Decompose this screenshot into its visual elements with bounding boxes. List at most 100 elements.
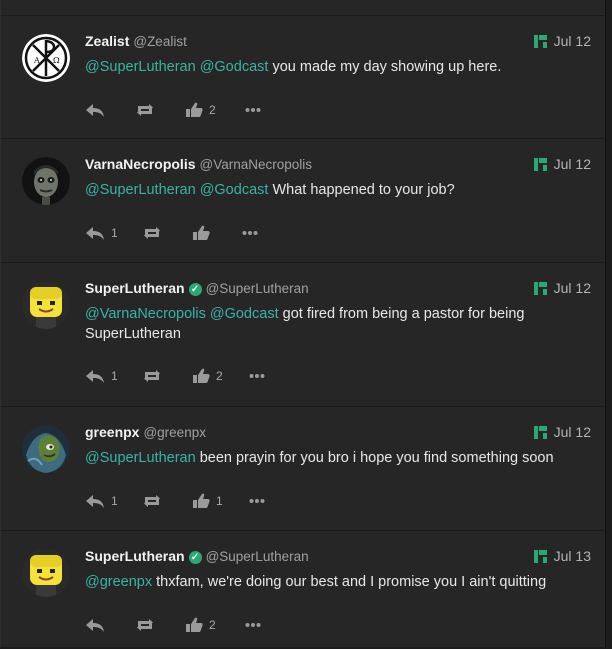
avatar[interactable]: A Ω xyxy=(22,34,70,82)
repeat-button[interactable] xyxy=(142,369,192,383)
pleroma-icon xyxy=(533,549,547,563)
post-date[interactable]: Jul 13 xyxy=(533,548,591,564)
ellipsis-icon xyxy=(245,623,261,627)
post-date[interactable]: Jul 12 xyxy=(533,33,591,49)
mention-link[interactable]: @Godcast xyxy=(210,306,279,322)
reply-icon xyxy=(86,619,104,632)
ellipsis-icon xyxy=(245,108,261,112)
verified-badge-icon: ✓ xyxy=(188,551,202,564)
ellipsis-icon xyxy=(249,499,265,503)
mention-link[interactable]: @Godcast xyxy=(200,59,269,75)
post-text: thxfam, we're doing our best and I promi… xyxy=(156,574,547,590)
post-content: @greenpx thxfam, we're doing our best an… xyxy=(85,572,575,592)
reply-button[interactable] xyxy=(85,102,135,118)
thumbs-up-icon xyxy=(186,617,203,632)
reply-button[interactable] xyxy=(85,617,135,633)
display-name[interactable]: SuperLutheran xyxy=(85,548,185,564)
mention-link[interactable]: @SuperLutheran xyxy=(85,182,196,198)
avatar[interactable] xyxy=(22,157,70,205)
thumbs-up-icon xyxy=(193,368,210,383)
pleroma-icon xyxy=(533,281,547,295)
post-date-text: Jul 12 xyxy=(553,156,591,172)
favorite-count: 2 xyxy=(216,369,223,383)
more-button[interactable] xyxy=(245,107,261,113)
pleroma-icon xyxy=(533,34,547,48)
favorite-count: 1 xyxy=(216,494,223,508)
repeat-button[interactable] xyxy=(135,103,185,117)
mention-link[interactable]: @SuperLutheran xyxy=(85,59,196,75)
post-date[interactable]: Jul 12 xyxy=(533,424,591,440)
favorite-count: 2 xyxy=(209,103,216,117)
svg-text:A: A xyxy=(33,56,40,65)
favorite-count: 2 xyxy=(209,618,216,632)
more-button[interactable] xyxy=(245,622,261,628)
mention-link[interactable]: @Godcast xyxy=(200,182,269,198)
post-date-text: Jul 12 xyxy=(553,33,591,49)
verified-badge-icon: ✓ xyxy=(188,283,202,296)
reply-button[interactable]: 1 xyxy=(85,225,142,241)
user-handle[interactable]: @greenpx xyxy=(143,425,206,440)
user-handle[interactable]: @VarnaNecropolis xyxy=(200,157,313,172)
reply-icon xyxy=(86,495,104,508)
favorite-button[interactable]: 1 xyxy=(192,493,249,509)
thread-top-edge xyxy=(1,0,605,16)
display-name[interactable]: greenpx xyxy=(85,424,139,440)
reply-count: 1 xyxy=(111,369,118,383)
svg-text:Ω: Ω xyxy=(53,56,60,65)
post-date-text: Jul 12 xyxy=(553,424,591,440)
repeat-icon xyxy=(137,104,153,116)
post-content: @SuperLutheran @Godcast you made my day … xyxy=(85,57,575,77)
post-content: @SuperLutheran been prayin for you bro i… xyxy=(85,448,575,468)
mention-link[interactable]: @SuperLutheran xyxy=(85,450,196,466)
post-date-text: Jul 12 xyxy=(553,280,591,296)
pleroma-icon xyxy=(533,425,547,439)
repeat-button[interactable] xyxy=(142,226,192,240)
avatar[interactable] xyxy=(22,425,70,473)
display-name[interactable]: Zealist xyxy=(85,33,129,49)
thread: A Ω Zealist @Zealist Jul 12 @SuperLuthera… xyxy=(0,0,606,647)
post-content: @SuperLutheran @Godcast What happened to… xyxy=(85,180,575,200)
repeat-button[interactable] xyxy=(135,618,185,632)
thumbs-up-icon xyxy=(193,225,210,240)
post-text: you made my day showing up here. xyxy=(272,59,502,75)
repeat-icon xyxy=(144,495,160,507)
more-button[interactable] xyxy=(249,373,265,379)
reply-button[interactable]: 1 xyxy=(85,368,142,384)
user-handle[interactable]: @Zealist xyxy=(133,34,186,49)
favorite-button[interactable]: 2 xyxy=(185,102,245,118)
favorite-button[interactable]: 2 xyxy=(192,368,249,384)
post: VarnaNecropolis @VarnaNecropolis Jul 12 @… xyxy=(1,139,605,263)
reply-icon xyxy=(86,370,104,383)
reply-button[interactable]: 1 xyxy=(85,493,142,509)
more-button[interactable] xyxy=(249,498,265,504)
more-button[interactable] xyxy=(242,230,258,236)
mention-link[interactable]: @VarnaNecropolis xyxy=(85,306,206,322)
reply-count: 1 xyxy=(111,226,118,240)
post: A Ω Zealist @Zealist Jul 12 @SuperLuthera… xyxy=(1,16,605,139)
display-name[interactable]: VarnaNecropolis xyxy=(85,156,196,172)
display-name[interactable]: SuperLutheran xyxy=(85,280,185,296)
repeat-button[interactable] xyxy=(142,494,192,508)
thumbs-up-icon xyxy=(186,102,203,117)
mention-link[interactable]: @greenpx xyxy=(85,574,152,590)
favorite-button[interactable] xyxy=(192,225,242,241)
ellipsis-icon xyxy=(249,374,265,378)
post-text: What happened to your job? xyxy=(272,182,455,198)
avatar[interactable] xyxy=(22,281,70,329)
repeat-icon xyxy=(137,619,153,631)
post-date[interactable]: Jul 12 xyxy=(533,280,591,296)
user-handle[interactable]: @SuperLutheran xyxy=(206,549,309,564)
avatar[interactable] xyxy=(22,549,70,597)
favorite-button[interactable]: 2 xyxy=(185,617,245,633)
pleroma-icon xyxy=(533,157,547,171)
reply-icon xyxy=(86,227,104,240)
user-handle[interactable]: @SuperLutheran xyxy=(206,281,309,296)
ellipsis-icon xyxy=(242,231,258,235)
post-date[interactable]: Jul 12 xyxy=(533,156,591,172)
repeat-icon xyxy=(144,227,160,239)
post: SuperLutheran ✓ @SuperLutheran Jul 13 @gre… xyxy=(1,531,605,649)
repeat-icon xyxy=(144,370,160,382)
post-content: @VarnaNecropolis @Godcast got fired from… xyxy=(85,304,575,344)
post-date-text: Jul 13 xyxy=(553,548,591,564)
reply-icon xyxy=(86,104,104,117)
